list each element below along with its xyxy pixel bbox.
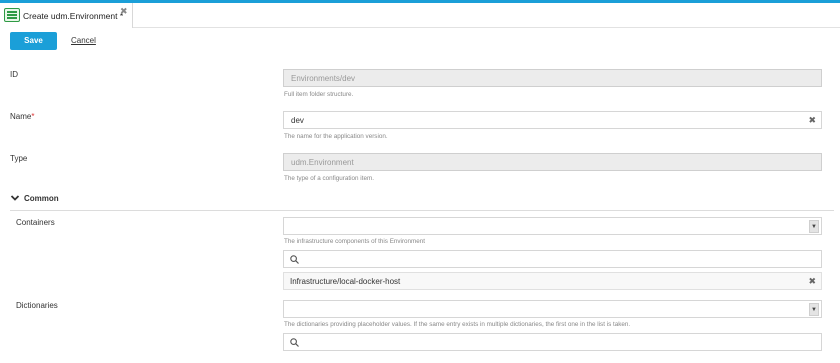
search-icon <box>290 338 299 347</box>
name-help: The name for the application version. <box>284 133 388 140</box>
name-label-text: Name <box>10 112 32 121</box>
containers-label: Containers <box>16 218 55 227</box>
type-field: udm.Environment <box>283 153 822 171</box>
dictionaries-help: The dictionaries providing placeholder v… <box>284 321 631 328</box>
name-label: Name* <box>10 112 34 121</box>
dictionaries-search-input[interactable] <box>283 333 822 351</box>
name-field[interactable]: dev ✖ <box>283 111 822 129</box>
remove-item-icon[interactable]: ✖ <box>808 276 816 287</box>
close-icon[interactable]: ✖ <box>120 6 128 17</box>
environment-icon <box>4 8 20 22</box>
cancel-button[interactable]: Cancel <box>71 36 96 45</box>
tab-strip: Create udm.Environment * ✖ <box>0 3 840 28</box>
id-value: Environments/dev <box>291 74 356 83</box>
type-label: Type <box>10 154 28 163</box>
containers-search-input[interactable] <box>283 250 822 268</box>
dictionaries-label: Dictionaries <box>16 301 58 310</box>
common-section-title: Common <box>24 194 59 203</box>
dictionaries-dropdown[interactable]: ▼ <box>283 300 822 318</box>
chevron-down-icon <box>10 193 20 203</box>
dropdown-arrow-icon[interactable]: ▼ <box>809 303 819 316</box>
selected-item-label: Infrastructure/local-docker-host <box>290 277 401 286</box>
type-value: udm.Environment <box>291 158 354 167</box>
type-help: The type of a configuration item. <box>284 175 374 182</box>
tab-create-environment[interactable]: Create udm.Environment * ✖ <box>0 3 133 28</box>
id-label: ID <box>10 70 18 79</box>
containers-dropdown[interactable]: ▼ <box>283 217 822 235</box>
dropdown-arrow-icon[interactable]: ▼ <box>809 220 819 233</box>
containers-selected-item: Infrastructure/local-docker-host ✖ <box>283 272 822 290</box>
save-button[interactable]: Save <box>10 32 57 50</box>
clear-icon[interactable]: ✖ <box>808 115 816 126</box>
id-help: Full item folder structure. <box>284 91 354 98</box>
name-value: dev <box>291 116 304 125</box>
containers-help: The infrastructure components of this En… <box>284 238 426 245</box>
required-marker: * <box>31 112 35 121</box>
search-icon <box>290 255 299 264</box>
tab-title: Create udm.Environment * <box>23 11 124 21</box>
id-field: Environments/dev <box>283 69 822 87</box>
section-divider <box>10 210 834 211</box>
